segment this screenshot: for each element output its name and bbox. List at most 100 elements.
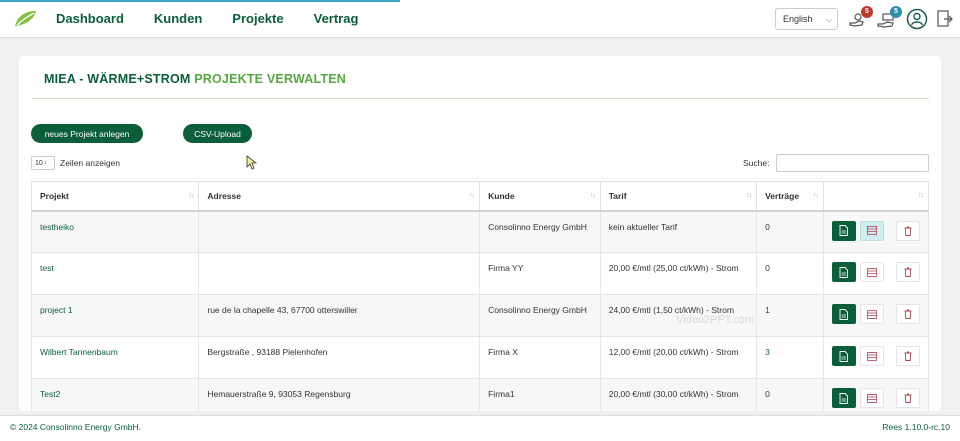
language-select[interactable]: English ⌵ (775, 8, 838, 30)
loading-bar (0, 0, 400, 2)
logout-button[interactable] (935, 9, 955, 29)
sort-icon: ↑↓ (918, 192, 924, 199)
cell-projekt[interactable]: Wilbert Tannenbaum (30, 336, 200, 379)
details-button[interactable] (859, 388, 884, 408)
list-icon (867, 393, 877, 403)
nav-vertrag[interactable]: Vertrag (314, 11, 359, 26)
cell-projekt[interactable]: test (30, 252, 200, 295)
cell-actions (822, 294, 930, 337)
mouse-cursor-icon (246, 155, 258, 170)
company-logo-icon[interactable] (12, 9, 38, 29)
cell-tarif: 20,00 €/mtl (30,00 ct/kWh) - Strom (599, 378, 758, 411)
delete-button[interactable] (895, 346, 920, 366)
trash-icon (904, 393, 912, 403)
cell-tarif: kein aktueller Tarif (599, 210, 758, 253)
delete-button[interactable] (895, 220, 920, 241)
projects-table: Projekt ↑↓ Adresse ↑↓ Kunde ↑↓ Tarif ↑↓ Vert… (30, 181, 930, 411)
nav-projekte[interactable]: Projekte (232, 11, 283, 26)
cell-kunde: Firma X (479, 336, 601, 379)
app-version: Rees 1.10.0-rc.10 (882, 422, 950, 432)
table-row: test Firma YY 20,00 €/mtl (25,00 ct/kWh)… (30, 252, 930, 295)
watermark: Video2PPT.com (676, 314, 755, 326)
column-header-vertraege[interactable]: Verträge ↑↓ (756, 181, 824, 212)
document-icon (840, 392, 849, 404)
trash-icon (904, 351, 912, 361)
messages-badge: 5 (890, 6, 902, 18)
cell-actions (822, 210, 930, 253)
top-navbar: Dashboard Kunden Projekte Vertrag Englis… (0, 0, 960, 38)
cell-adresse (198, 210, 481, 253)
trash-icon (904, 309, 912, 319)
footer-copyright: © 2024 Consolinno Energy GmbH. (10, 422, 141, 432)
search-input[interactable] (776, 154, 929, 172)
details-button[interactable] (859, 346, 884, 366)
page-length-control: 10 ↕ Zeilen anzeigen (31, 156, 120, 170)
document-icon (840, 308, 849, 320)
chevron-down-icon: ⌵ (825, 15, 832, 24)
page-title-part2: PROJEKTE VERWALTEN (194, 72, 347, 86)
notifications-badge: 5 (861, 6, 873, 18)
cell-projekt[interactable]: Test2 (30, 378, 200, 411)
page-length-select[interactable]: 10 ↕ (31, 156, 55, 170)
user-profile-button[interactable] (906, 8, 928, 30)
details-button[interactable] (859, 304, 884, 324)
updown-arrow-icon: ↕ (43, 160, 47, 166)
trash-icon (904, 267, 912, 277)
table-header-row: Projekt ↑↓ Adresse ↑↓ Kunde ↑↓ Tarif ↑↓ Vert… (30, 181, 930, 212)
page-title: MIEA - WÄRME+STROM PROJEKTE VERWALTEN (44, 72, 346, 86)
sort-icon: ↑↓ (812, 192, 819, 199)
cell-vertraege: 0 (756, 210, 824, 253)
cell-projekt[interactable]: testheiko (30, 210, 200, 253)
delete-button[interactable] (895, 262, 920, 282)
document-icon (840, 266, 849, 278)
projects-card: MIEA - WÄRME+STROM PROJEKTE VERWALTEN ne… (19, 56, 941, 411)
cell-actions (822, 252, 930, 295)
cell-adresse: Bergstraße , 93188 Pielenhofen (198, 336, 481, 379)
nav-kunden[interactable]: Kunden (154, 11, 202, 26)
details-button[interactable] (859, 220, 884, 241)
language-value: English (783, 14, 813, 24)
delete-button[interactable] (895, 304, 920, 324)
table-row: project 1 rue de la chapelle 43, 67700 o… (30, 294, 930, 337)
pdf-button[interactable] (831, 304, 856, 324)
list-icon (867, 351, 877, 361)
document-icon (840, 225, 849, 236)
list-icon (867, 226, 877, 235)
delete-button[interactable] (895, 388, 920, 408)
title-divider (33, 98, 929, 99)
column-header-adresse[interactable]: Adresse ↑↓ (198, 181, 481, 212)
details-button[interactable] (859, 262, 884, 282)
messages-button[interactable]: 5 (876, 6, 902, 29)
cell-kunde: Consolinno Energy GmbH (479, 210, 601, 253)
search-label: Suche: (743, 158, 770, 168)
column-header-tarif[interactable]: Tarif ↑↓ (599, 181, 758, 212)
table-row: testheiko Consolinno Energy GmbH kein ak… (30, 210, 930, 253)
notifications-button[interactable]: 5 (847, 6, 873, 29)
cell-adresse: rue de la chapelle 43, 67700 otterswille… (198, 294, 481, 337)
cell-adresse (198, 252, 481, 295)
pdf-button[interactable] (831, 220, 856, 241)
pdf-button[interactable] (831, 262, 856, 282)
list-icon (867, 309, 877, 319)
trash-icon (904, 226, 912, 236)
page-length-label: Zeilen anzeigen (60, 158, 121, 168)
cell-tarif: 12,00 €/mtl (20,00 ct/kWh) - Strom (599, 336, 758, 379)
cell-kunde: Firma YY (479, 252, 601, 295)
user-circle-icon (906, 8, 928, 30)
nav-dashboard[interactable]: Dashboard (56, 11, 124, 26)
csv-upload-button[interactable]: CSV-Upload (183, 124, 252, 143)
cell-vertraege: 3 (756, 336, 824, 379)
pdf-button[interactable] (831, 346, 856, 366)
column-header-kunde[interactable]: Kunde ↑↓ (479, 181, 601, 212)
column-header-projekt[interactable]: Projekt ↑↓ (30, 181, 200, 212)
page-title-part1: MIEA - WÄRME+STROM (44, 72, 191, 86)
new-project-button[interactable]: neues Projekt anlegen (31, 124, 143, 143)
main-nav: Dashboard Kunden Projekte Vertrag (56, 11, 358, 26)
footer: © 2024 Consolinno Energy GmbH. Rees 1.10… (0, 415, 960, 441)
column-header-actions[interactable]: ↑↓ (822, 181, 930, 212)
pdf-button[interactable] (831, 388, 856, 408)
page-length-value: 10 (35, 159, 43, 167)
door-exit-icon (937, 10, 953, 27)
cell-projekt[interactable]: project 1 (30, 294, 200, 337)
cell-kunde: Firma1 (479, 378, 601, 411)
